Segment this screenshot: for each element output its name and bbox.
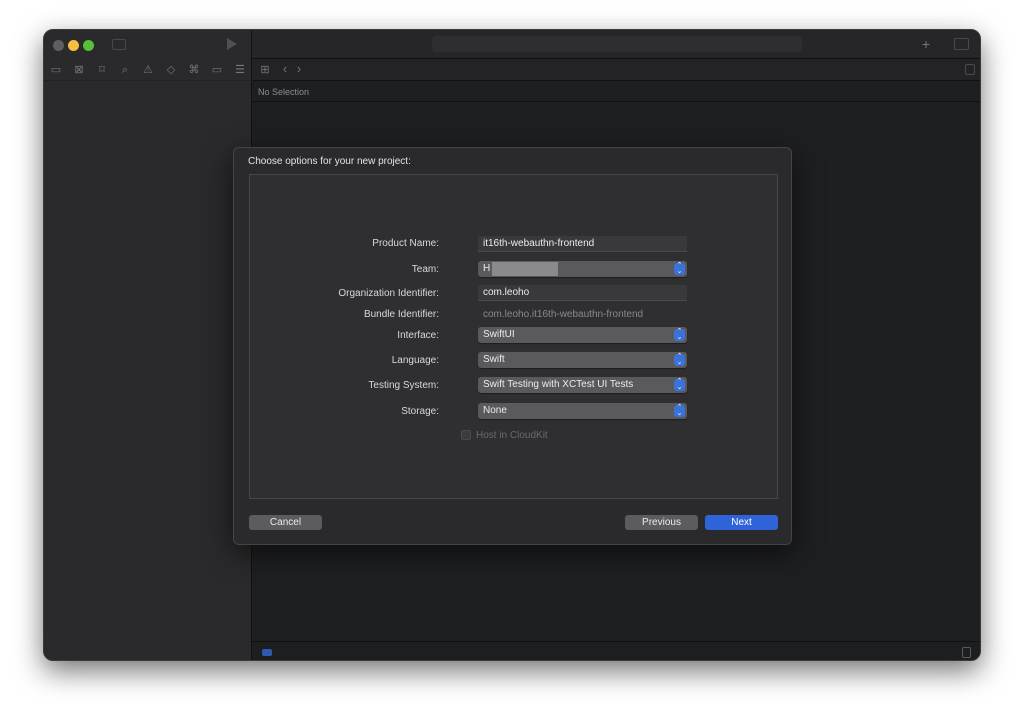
no-selection-label: No Selection xyxy=(252,81,980,102)
report-icon[interactable]: ☰ xyxy=(233,64,247,76)
title-bar: + xyxy=(252,30,980,59)
team-label: Team: xyxy=(411,264,439,275)
navigator-sidebar: ▭ ⊠ ⌑ ⌕ ⚠ ◇ ⌘ ▭ ☰ xyxy=(44,30,252,660)
bookmark-icon[interactable]: ⌑ xyxy=(95,64,109,76)
interface-popup[interactable]: SwiftUI ⌃ ⌄ xyxy=(478,327,687,343)
editor-jump-bar: ⊞ ‹ › xyxy=(252,59,980,81)
storage-label: Storage: xyxy=(401,406,439,417)
run-icon[interactable] xyxy=(227,38,237,50)
storage-popup[interactable]: None ⌃ ⌄ xyxy=(478,403,687,419)
sheet-title: Choose options for your new project: xyxy=(248,156,411,167)
language-label: Language: xyxy=(391,355,439,366)
product-name-label: Product Name: xyxy=(372,238,439,249)
sidebar-toggle-icon[interactable] xyxy=(112,39,126,50)
interface-label: Interface: xyxy=(397,330,439,341)
organization-identifier-label: Organization Identifier: xyxy=(338,288,439,299)
product-name-input[interactable]: it16th-webauthn-frontend xyxy=(478,236,687,252)
debug-area-toggle-icon[interactable] xyxy=(262,649,272,656)
bundle-identifier-label: Bundle Identifier: xyxy=(363,309,439,320)
chevron-updown-icon: ⌃ ⌄ xyxy=(674,404,685,417)
options-panel: Product Name: it16th-webauthn-frontend T… xyxy=(249,174,778,499)
redaction-block xyxy=(492,262,558,276)
forward-icon[interactable]: › xyxy=(292,62,306,75)
warning-icon[interactable]: ⚠ xyxy=(141,64,155,76)
host-in-cloudkit-label: Host in CloudKit xyxy=(476,430,548,441)
team-popup[interactable]: H en ⌃⌄ xyxy=(478,261,687,277)
breakpoint-icon[interactable]: ▭ xyxy=(210,64,224,76)
inspector-toggle-icon[interactable] xyxy=(954,38,969,50)
close-button[interactable] xyxy=(53,40,64,51)
search-icon[interactable]: ⌕ xyxy=(118,64,132,76)
storage-value: None xyxy=(483,405,507,416)
testing-system-popup[interactable]: Swift Testing with XCTest UI Tests ⌃ ⌄ xyxy=(478,377,687,393)
back-icon[interactable]: ‹ xyxy=(278,62,292,75)
language-value: Swift xyxy=(483,354,505,365)
navigator-toolbar: ▭ ⊠ ⌑ ⌕ ⚠ ◇ ⌘ ▭ ☰ xyxy=(44,59,252,81)
device-icon[interactable] xyxy=(962,647,971,658)
chevron-updown-icon: ⌃ ⌄ xyxy=(674,353,685,366)
add-icon[interactable]: + xyxy=(919,37,933,51)
minimize-button[interactable] xyxy=(68,40,79,51)
new-project-options-sheet: Choose options for your new project: Pro… xyxy=(233,147,792,545)
cancel-button[interactable]: Cancel xyxy=(249,515,322,530)
testing-system-label: Testing System: xyxy=(368,380,439,391)
grid-icon[interactable]: ⊞ xyxy=(258,64,272,76)
test-icon[interactable]: ◇ xyxy=(164,64,178,76)
zoom-button[interactable] xyxy=(83,40,94,51)
folder-icon[interactable]: ▭ xyxy=(49,64,63,76)
language-popup[interactable]: Swift ⌃ ⌄ xyxy=(478,352,687,368)
next-button[interactable]: Next xyxy=(705,515,778,530)
add-editor-icon[interactable] xyxy=(965,64,975,75)
chevron-updown-icon: ⌃ ⌄ xyxy=(674,328,685,341)
chevron-updown-icon: ⌃ ⌄ xyxy=(674,262,685,275)
previous-button[interactable]: Previous xyxy=(625,515,698,530)
host-in-cloudkit-checkbox[interactable] xyxy=(461,430,471,440)
bundle-identifier-value: com.leoho.it16th-webauthn-frontend xyxy=(483,309,644,320)
interface-value: SwiftUI xyxy=(483,329,515,340)
activity-view xyxy=(432,36,802,52)
testing-system-value: Swift Testing with XCTest UI Tests xyxy=(483,379,634,390)
organization-identifier-input[interactable]: com.leoho xyxy=(478,285,687,301)
chevron-updown-icon: ⌃ ⌄ xyxy=(674,378,685,391)
source-control-icon[interactable]: ⊠ xyxy=(72,64,86,76)
debug-bar xyxy=(252,641,980,660)
debug-icon[interactable]: ⌘ xyxy=(187,64,201,76)
